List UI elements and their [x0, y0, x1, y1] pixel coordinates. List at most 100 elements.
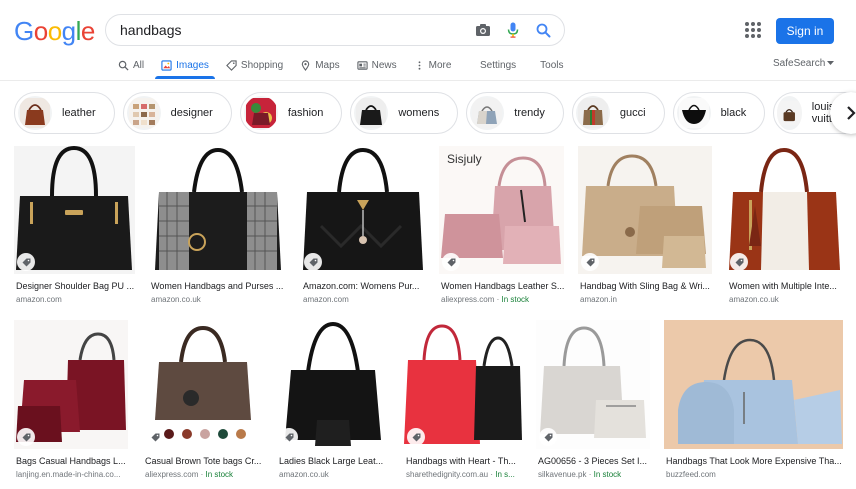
- image-result[interactable]: Ladies Black Large Leat... amazon.co.uk: [277, 320, 390, 482]
- apps-grid-icon[interactable]: [745, 22, 761, 38]
- search-box[interactable]: [105, 14, 565, 46]
- result-source: amazon.co.uk: [279, 470, 390, 479]
- result-thumbnail[interactable]: [536, 320, 650, 449]
- tab-images[interactable]: Images: [155, 52, 215, 79]
- result-source: aliexpress.com · In stock: [145, 470, 234, 479]
- chevron-right-icon: [847, 106, 856, 120]
- result-thumbnail[interactable]: [277, 320, 389, 449]
- sign-in-button[interactable]: Sign in: [776, 18, 834, 44]
- product-tag-icon: [146, 428, 164, 446]
- result-thumbnail[interactable]: [664, 320, 843, 449]
- product-tag-icon: [17, 253, 35, 271]
- tab-news[interactable]: News: [357, 52, 397, 78]
- search-input[interactable]: [106, 15, 468, 45]
- logo-letter: g: [61, 16, 76, 46]
- microphone-icon[interactable]: [498, 15, 528, 45]
- chip-gucci[interactable]: gucci: [571, 92, 665, 134]
- google-logo[interactable]: Google: [14, 16, 95, 47]
- result-title[interactable]: Handbag With Sling Bag & Wri...: [580, 281, 712, 291]
- pin-icon: [301, 59, 310, 71]
- result-title[interactable]: Women Handbags and Purses ...: [151, 281, 289, 291]
- product-tag-icon: [17, 428, 35, 446]
- result-title[interactable]: Handbags with Heart - Th...: [406, 456, 524, 466]
- logo-letter: G: [14, 16, 34, 46]
- source-domain: amazon.in: [580, 295, 617, 304]
- result-thumbnail[interactable]: [578, 146, 712, 274]
- chip-label: gucci: [619, 107, 646, 119]
- product-tag-icon: [539, 428, 557, 446]
- chip-label: designer: [170, 107, 213, 119]
- image-result[interactable]: AG00656 - 3 Pieces Set I... silkavenue.p…: [536, 320, 652, 482]
- tab-label: Shopping: [240, 59, 284, 71]
- source-domain: silkavenue.pk: [538, 470, 587, 479]
- result-thumbnail[interactable]: Sisjuly: [439, 146, 564, 274]
- search-tools: Settings Tools: [480, 52, 588, 78]
- result-thumbnail[interactable]: [727, 146, 842, 274]
- result-title[interactable]: Women Handbags Leather S...: [441, 281, 565, 291]
- image-result[interactable]: Casual Brown Tote bags Cr... aliexpress.…: [143, 320, 264, 482]
- result-title[interactable]: Handbags That Look More Expensive Tha...: [666, 456, 844, 466]
- result-thumbnail[interactable]: [404, 320, 523, 449]
- source-domain: amazon.co.uk: [729, 295, 779, 304]
- result-thumbnail[interactable]: [14, 146, 135, 274]
- result-title[interactable]: Amazon.com: Womens Pur...: [303, 281, 425, 291]
- source-domain: amazon.com: [303, 295, 349, 304]
- safesearch-toggle[interactable]: SafeSearch: [773, 58, 835, 69]
- tools-link[interactable]: Tools: [540, 60, 563, 71]
- result-thumbnail[interactable]: [14, 320, 128, 449]
- image-result[interactable]: Women with Multiple Inte... amazon.co.uk: [727, 146, 843, 306]
- result-thumbnail[interactable]: [143, 320, 263, 449]
- image-result[interactable]: Amazon.com: Womens Pur... amazon.com: [301, 146, 426, 306]
- result-thumbnail[interactable]: [149, 146, 287, 274]
- stock-status: In stock: [205, 470, 234, 479]
- tab-more[interactable]: More: [414, 52, 452, 78]
- result-title[interactable]: Women with Multiple Inte...: [729, 281, 843, 291]
- result-source: amazon.co.uk: [729, 295, 843, 304]
- image-result[interactable]: Handbags with Heart - Th... sharethedign…: [404, 320, 524, 482]
- image-result[interactable]: Women Handbags and Purses ... amazon.co.…: [149, 146, 289, 306]
- settings-link[interactable]: Settings: [480, 60, 516, 71]
- chip-trendy[interactable]: trendy: [466, 92, 564, 134]
- source-domain: aliexpress.com: [441, 295, 495, 304]
- result-source: amazon.com: [303, 295, 425, 304]
- tab-maps[interactable]: Maps: [300, 52, 340, 78]
- chip-thumbnail: [126, 96, 161, 130]
- image-result[interactable]: Sisjuly Women Handbags Leather S... alie…: [439, 146, 565, 306]
- image-result[interactable]: Handbag With Sling Bag & Wri... amazon.i…: [578, 146, 713, 306]
- result-title[interactable]: Designer Shoulder Bag PU ...: [16, 281, 136, 291]
- source-domain: sharethedignity.com.au: [406, 470, 489, 479]
- tab-all[interactable]: All: [118, 52, 144, 78]
- camera-icon[interactable]: [468, 15, 498, 45]
- stock-status: In stock: [501, 295, 530, 304]
- chip-leather[interactable]: leather: [14, 92, 115, 134]
- product-tag-icon: [304, 253, 322, 271]
- safesearch-label: SafeSearch: [773, 58, 826, 69]
- tab-shopping[interactable]: Shopping: [226, 52, 283, 78]
- chip-black[interactable]: black: [672, 92, 766, 134]
- result-title[interactable]: Bags Casual Handbags L...: [16, 456, 130, 466]
- tab-label: More: [428, 59, 452, 71]
- image-result[interactable]: Handbags That Look More Expensive Tha...…: [664, 320, 844, 482]
- image-result[interactable]: Bags Casual Handbags L... lanjing.en.mad…: [14, 320, 130, 482]
- logo-letter: o: [33, 16, 48, 46]
- search-icon: [118, 60, 129, 71]
- search-icon[interactable]: [528, 15, 558, 45]
- chip-label: womens: [398, 107, 440, 119]
- chip-womens[interactable]: womens: [350, 92, 459, 134]
- source-domain: amazon.com: [16, 295, 62, 304]
- result-title[interactable]: Ladies Black Large Leat...: [279, 456, 390, 466]
- result-title[interactable]: Casual Brown Tote bags Cr...: [145, 456, 263, 466]
- result-title[interactable]: AG00656 - 3 Pieces Set I...: [538, 456, 652, 466]
- result-thumbnail[interactable]: [301, 146, 425, 274]
- tab-label: Images: [176, 59, 209, 71]
- source-domain: aliexpress.com: [145, 470, 199, 479]
- image-result[interactable]: Designer Shoulder Bag PU ... amazon.com: [14, 146, 136, 306]
- chip-thumbnail: [575, 96, 610, 130]
- image-watermark: Sisjuly: [447, 152, 482, 166]
- chip-thumbnail: [243, 96, 278, 130]
- chip-thumbnail: [676, 96, 711, 130]
- chip-thumbnail: [470, 96, 505, 130]
- chip-fashion[interactable]: fashion: [239, 92, 343, 134]
- chip-label: leather: [62, 107, 96, 119]
- chip-designer[interactable]: designer: [122, 92, 232, 134]
